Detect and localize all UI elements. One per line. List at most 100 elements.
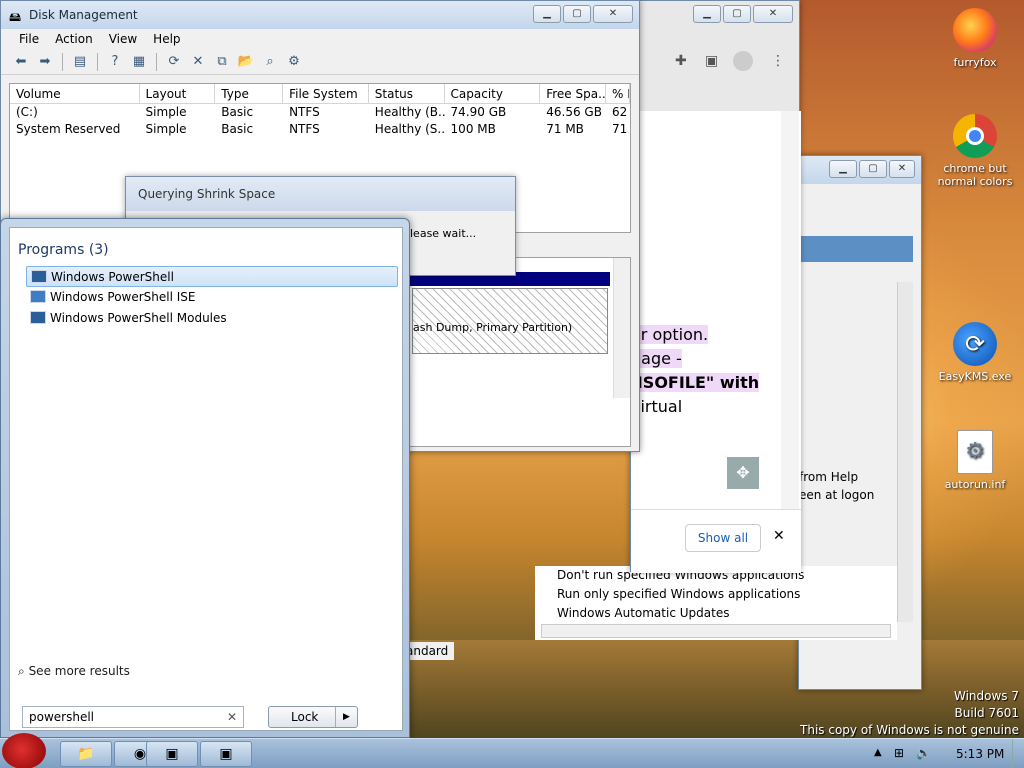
- move-icon[interactable]: ✥: [727, 457, 759, 489]
- table-row[interactable]: (C:) Simple Basic NTFS Healthy (B... 74.…: [10, 104, 630, 121]
- browser-window: ▁ ▢ ✕ ✚ ▣ ⋮ or option. nage - \ISOFILE" …: [630, 0, 801, 573]
- delete-icon[interactable]: ✕: [188, 53, 208, 71]
- forward-icon[interactable]: ➡: [35, 53, 55, 71]
- close-button[interactable]: ✕: [753, 5, 793, 23]
- menu-bar: File Action View Help: [1, 29, 639, 49]
- search-icon[interactable]: ⌕: [260, 53, 280, 71]
- cell-status: Healthy (S...: [374, 122, 445, 136]
- cell-type: Basic: [221, 122, 254, 136]
- close-icon[interactable]: ✕: [773, 528, 785, 544]
- column-header-filesystem[interactable]: File System: [283, 84, 369, 103]
- taskbar-app[interactable]: ▣: [200, 741, 252, 767]
- back-icon[interactable]: ⬅: [11, 53, 31, 71]
- lock-button[interactable]: Lock ▶: [268, 706, 358, 728]
- show-all-button[interactable]: Show all: [685, 524, 761, 552]
- column-header-free-space[interactable]: Free Spa...: [540, 84, 607, 103]
- gp-list-item[interactable]: Windows Automatic Updates: [535, 604, 897, 623]
- cell-status: Healthy (B...: [374, 105, 445, 119]
- open-icon[interactable]: 📂: [236, 53, 256, 71]
- clock[interactable]: 5:13 PM: [956, 747, 1004, 761]
- desktop-icon-autorun[interactable]: ⚙ autorun.inf: [935, 430, 1015, 491]
- gp-scrollbar[interactable]: [897, 282, 913, 622]
- table-row[interactable]: System Reserved Simple Basic NTFS Health…: [10, 121, 630, 138]
- clear-search-icon[interactable]: ✕: [227, 710, 237, 724]
- program-item[interactable]: Windows PowerShell ISE: [26, 287, 398, 308]
- extensions-icon[interactable]: ✚: [675, 53, 687, 69]
- column-header-capacity[interactable]: Capacity: [445, 84, 541, 103]
- gp-blue-band: [799, 236, 913, 262]
- cell-layout: Simple: [145, 105, 187, 119]
- maximize-button[interactable]: ▢: [563, 5, 591, 23]
- cell-capacity: 100 MB: [450, 122, 496, 136]
- show-desktop-button[interactable]: [1012, 739, 1024, 768]
- start-button[interactable]: [2, 733, 46, 768]
- column-header-layout[interactable]: Layout: [140, 84, 216, 103]
- refresh-icon[interactable]: ⟳: [164, 53, 184, 71]
- toolbar: ⬅ ➡ ▤ ? ▦ ⟳ ✕ ⧉ 📂 ⌕ ⚙: [1, 49, 639, 75]
- shutdown-options-arrow[interactable]: ▶: [335, 707, 357, 727]
- start-search-input[interactable]: powershell ✕: [22, 706, 244, 728]
- start-menu-panel: Programs (3) Windows PowerShell Windows …: [9, 227, 403, 731]
- disk-properties-icon[interactable]: ⧉: [212, 53, 232, 71]
- desktop-icon-chrome[interactable]: chrome but normal colors: [935, 114, 1015, 188]
- profile-icon[interactable]: [733, 51, 753, 71]
- properties-icon[interactable]: ▦: [129, 53, 149, 71]
- column-header-percent-free[interactable]: % F: [606, 84, 630, 103]
- partition-label: ash Dump, Primary Partition): [413, 321, 573, 334]
- disk-graphical-pane: ash Dump, Primary Partition): [409, 257, 631, 447]
- taskbar: 📁 ◉ ▣ ▣ ▲ ⊞ 🔈 5:13 PM: [0, 733, 1024, 768]
- article-text: \ISOFILE" with: [631, 373, 760, 392]
- browser-window-controls: ▁ ▢ ✕: [693, 5, 793, 23]
- taskbar-app[interactable]: ▣: [146, 741, 198, 767]
- cell-filesystem: NTFS: [289, 105, 320, 119]
- network-icon[interactable]: ⊞: [894, 746, 904, 760]
- partition-block[interactable]: ash Dump, Primary Partition): [412, 288, 608, 354]
- column-header-type[interactable]: Type: [215, 84, 284, 103]
- maximize-button[interactable]: ▢: [723, 5, 751, 23]
- desktop-icon-furryfox[interactable]: furryfox: [935, 8, 1015, 69]
- show-hide-tree-icon[interactable]: ▤: [70, 53, 90, 71]
- program-item[interactable]: Windows PowerShell Modules: [26, 308, 398, 329]
- disk-pane-scrollbar[interactable]: [613, 258, 630, 398]
- browser-scrollbar[interactable]: [781, 111, 799, 509]
- column-header-status[interactable]: Status: [369, 84, 445, 103]
- volume-icon[interactable]: 🔈: [916, 746, 931, 760]
- article-line: or option.: [631, 325, 709, 344]
- menu-view[interactable]: View: [101, 29, 145, 49]
- show-hidden-icons-icon[interactable]: ▲: [874, 747, 882, 758]
- program-item[interactable]: Windows PowerShell: [26, 266, 398, 287]
- powershell-icon: [31, 270, 47, 283]
- dialog-message: lease wait...: [410, 227, 477, 240]
- minimize-button[interactable]: ▁: [829, 160, 857, 178]
- watermark-line: Windows 7: [953, 689, 1019, 703]
- toolbar-separator: [156, 52, 157, 71]
- desktop-icon-easykms[interactable]: ⟳ EasyKMS.exe: [935, 322, 1015, 383]
- column-header-volume[interactable]: Volume: [10, 84, 140, 103]
- taskbar-explorer[interactable]: 📁: [60, 741, 112, 767]
- gp-list-item[interactable]: Run only specified Windows applications: [535, 585, 897, 604]
- cell-volume: System Reserved: [16, 122, 121, 136]
- see-more-results-link[interactable]: ⌕ See more results: [18, 664, 130, 679]
- cell-filesystem: NTFS: [289, 122, 320, 136]
- cell-capacity: 74.90 GB: [450, 105, 507, 119]
- gp-hscrollbar[interactable]: [541, 624, 891, 638]
- gp-text: een at logon: [799, 488, 875, 502]
- maximize-button[interactable]: ▢: [859, 160, 887, 178]
- help-icon[interactable]: ?: [105, 53, 125, 71]
- close-button[interactable]: ✕: [593, 5, 633, 23]
- menu-kebab-icon[interactable]: ⋮: [771, 53, 785, 69]
- minimize-button[interactable]: ▁: [693, 5, 721, 23]
- start-menu: Programs (3) Windows PowerShell Windows …: [0, 218, 410, 738]
- article-text: or option.: [631, 325, 709, 344]
- program-label: Windows PowerShell Modules: [50, 311, 227, 325]
- sidepanel-icon[interactable]: ▣: [705, 53, 718, 69]
- menu-action[interactable]: Action: [47, 29, 101, 49]
- dm-window-controls: ▁ ▢ ✕: [533, 5, 633, 23]
- menu-help[interactable]: Help: [145, 29, 188, 49]
- minimize-button[interactable]: ▁: [533, 5, 561, 23]
- settings-icon[interactable]: ⚙: [284, 53, 304, 71]
- lock-label: Lock: [291, 710, 319, 724]
- menu-file[interactable]: File: [11, 29, 47, 49]
- cell-volume: (C:): [16, 105, 38, 119]
- close-button[interactable]: ✕: [889, 160, 915, 178]
